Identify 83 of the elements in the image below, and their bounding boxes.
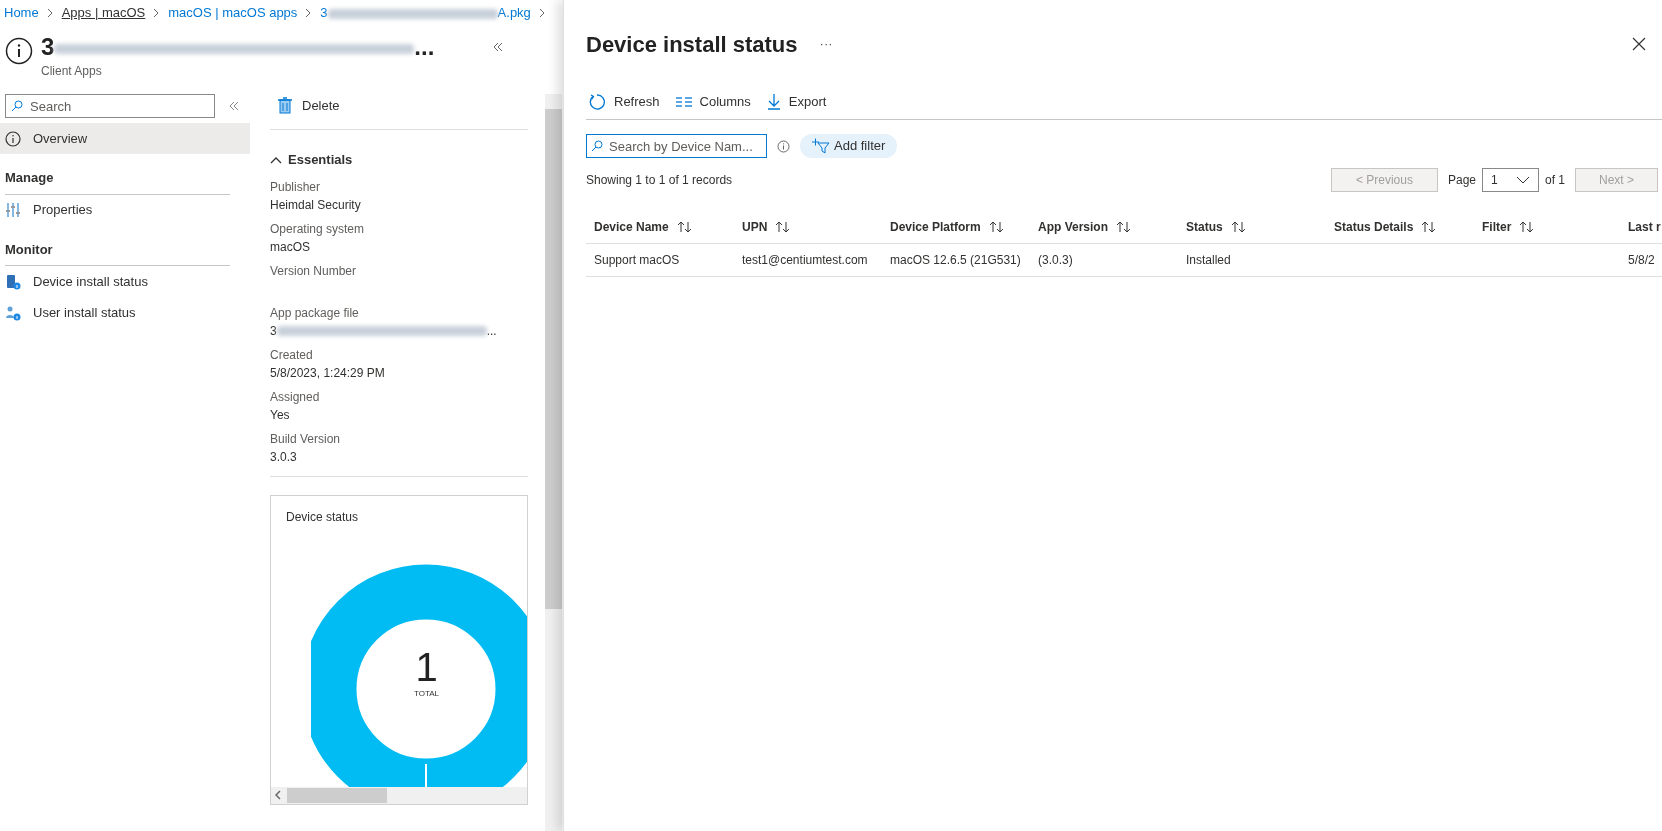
sort-icon[interactable] xyxy=(676,220,693,233)
page-count: of 1 xyxy=(1545,172,1565,189)
chevron-right-icon xyxy=(153,8,161,18)
total-count: 1 xyxy=(415,645,438,688)
field-label: Created xyxy=(270,346,314,364)
collapse-icon[interactable] xyxy=(493,42,503,52)
field-value: 3.0.3 xyxy=(270,448,298,466)
blade-title: 3 ... xyxy=(41,32,436,62)
search-field[interactable]: Search xyxy=(5,94,215,118)
chevron-up-icon xyxy=(270,155,282,164)
column-header[interactable]: App Version xyxy=(1038,217,1108,236)
table-cell: Installed xyxy=(1186,253,1231,268)
info-icon xyxy=(5,130,21,147)
table-cell: test1@centiumtest.com xyxy=(742,253,868,268)
delete-button[interactable]: Delete xyxy=(302,95,340,116)
close-icon[interactable] xyxy=(1632,37,1646,51)
more-button[interactable]: ··· xyxy=(819,34,833,54)
table-cell: macOS 12.6.5 (21G531) xyxy=(890,253,1021,268)
essentials-toggle[interactable]: Essentials xyxy=(270,150,528,170)
breadcrumb-link[interactable]: Apps | macOS xyxy=(61,3,146,23)
column-header[interactable]: Device Name xyxy=(594,217,669,236)
field-label: Version Number xyxy=(270,262,358,280)
toolbar-button[interactable]: Refresh xyxy=(614,91,660,112)
page-select[interactable]: 1 xyxy=(1482,168,1539,192)
field-value: 3 ... xyxy=(270,322,498,340)
refresh-icon xyxy=(588,92,606,111)
breadcrumb-link[interactable]: Home xyxy=(4,3,39,23)
toolbar-button[interactable]: Columns xyxy=(699,91,751,112)
column-header[interactable]: Status xyxy=(1186,217,1223,236)
sort-icon[interactable] xyxy=(1230,220,1247,233)
chevron-left-icon xyxy=(275,790,281,800)
sort-icon[interactable] xyxy=(1519,220,1536,233)
column-header[interactable]: Filter xyxy=(1482,217,1512,236)
table-cell: (3.0.3) xyxy=(1038,253,1073,268)
nav-item[interactable]: Overview xyxy=(0,123,250,154)
field-value: macOS xyxy=(270,238,311,256)
filter-add-icon xyxy=(812,138,830,154)
sliders-icon xyxy=(5,202,21,218)
columns-icon xyxy=(675,95,692,108)
table-cell: Support macOS xyxy=(594,253,680,268)
field-label: Assigned xyxy=(270,388,321,406)
field-label: Publisher xyxy=(270,178,322,196)
breadcrumb-link[interactable]: macOS | macOS apps xyxy=(168,3,298,23)
chevron-down-icon xyxy=(1516,176,1530,184)
sort-icon[interactable] xyxy=(1116,220,1132,233)
field-label: Build Version xyxy=(270,430,342,448)
sort-icon[interactable] xyxy=(1421,220,1438,233)
trash-icon xyxy=(278,97,292,114)
field-value: Heimdal Security xyxy=(270,196,362,214)
chevron-right-icon xyxy=(46,8,54,18)
sort-icon[interactable] xyxy=(775,220,792,233)
toolbar-button[interactable]: Export xyxy=(788,91,827,112)
search-icon xyxy=(11,100,23,112)
nav-section-heading: Manage xyxy=(5,168,230,195)
field-value: 5/8/2023, 1:24:29 PM xyxy=(270,364,386,382)
column-header[interactable]: Device Platform xyxy=(890,217,981,236)
card-title: Device status xyxy=(285,508,360,526)
download-icon xyxy=(766,93,781,110)
field-value: Yes xyxy=(270,406,291,424)
user-info-icon xyxy=(5,304,21,321)
info-icon xyxy=(5,37,33,65)
column-header[interactable]: Status Details xyxy=(1334,217,1414,236)
blade-subtitle: Client Apps xyxy=(41,63,103,80)
device-search-field[interactable]: Search by Device Nam... xyxy=(586,134,767,158)
collapse-icon[interactable] xyxy=(229,101,239,111)
chevron-right-icon xyxy=(305,8,313,18)
sort-icon[interactable] xyxy=(988,220,1005,233)
horizontal-scrollbar[interactable] xyxy=(271,786,527,804)
add-filter-button[interactable]: Add filter xyxy=(800,134,898,158)
column-header[interactable]: UPN xyxy=(742,217,768,236)
field-label: Operating system xyxy=(270,220,366,238)
chevron-right-icon xyxy=(538,8,546,18)
search-icon xyxy=(591,140,603,152)
total-label: TOTAL xyxy=(413,687,439,700)
panel-title: Device install status xyxy=(586,30,798,59)
device-info-icon xyxy=(5,273,21,290)
records-summary: Showing 1 to 1 of 1 records xyxy=(586,172,733,189)
column-header[interactable]: Last r xyxy=(1628,217,1661,236)
page-label: Page xyxy=(1447,172,1476,189)
info-icon[interactable] xyxy=(777,139,790,153)
breadcrumb-link[interactable]: 3 A.pkg xyxy=(320,3,531,23)
field-label: App package file xyxy=(270,304,360,322)
table-cell: 5/8/2 xyxy=(1628,253,1655,268)
